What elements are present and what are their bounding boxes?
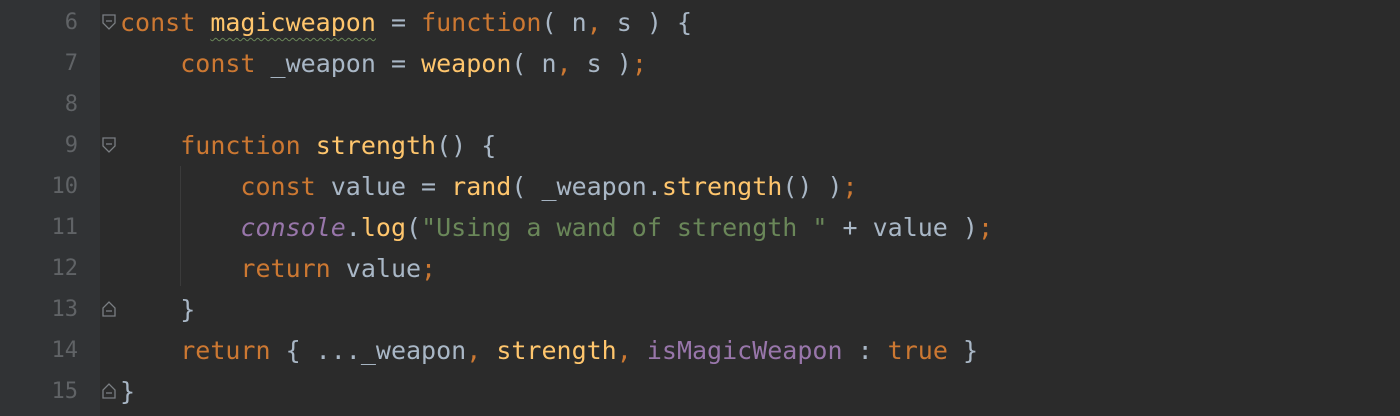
keyword: function (180, 131, 301, 160)
method-call: strength (661, 172, 783, 201)
comma: , (586, 8, 602, 37)
line-number: 15 (51, 379, 79, 404)
line-number: 12 (51, 256, 79, 281)
function-call: rand (451, 172, 512, 201)
semicolon: ; (842, 172, 858, 201)
brace: } (180, 295, 196, 324)
brace: } (120, 377, 136, 406)
line-number: 6 (64, 10, 78, 35)
variable: value = (315, 172, 452, 201)
args: s ) (571, 49, 632, 78)
colon: : (842, 336, 888, 365)
fold-close-icon[interactable] (101, 383, 117, 399)
keyword: function (421, 8, 542, 37)
line-number: 7 (64, 51, 78, 76)
gutter: 6 7 8 9 10 11 12 13 14 15 (0, 0, 100, 416)
args: ( n (511, 49, 557, 78)
paren: ( (406, 213, 422, 242)
line-number: 8 (64, 92, 78, 117)
variable: _weapon = (255, 49, 422, 78)
code-line-13[interactable]: } (120, 289, 195, 330)
keyword: const (180, 49, 256, 78)
line-number: 10 (51, 174, 79, 199)
line-number: 9 (64, 133, 78, 158)
code-line-10[interactable]: const value = rand( _weapon.strength() )… (120, 166, 858, 207)
code-editor[interactable]: 6 7 8 9 10 11 12 13 14 15 const magicwea… (0, 0, 1400, 416)
punctuation: () { (436, 131, 497, 160)
code-line-14[interactable]: return { ..._weapon, strength, isMagicWe… (120, 330, 978, 371)
fold-open-icon[interactable] (101, 14, 117, 30)
semicolon: ; (421, 254, 437, 283)
code-line-9[interactable]: function strength() { (120, 125, 496, 166)
semicolon: ; (631, 49, 647, 78)
string-literal: "Using a wand of strength " (421, 213, 828, 242)
fold-open-icon[interactable] (101, 137, 117, 153)
code-line-6[interactable]: const magicweapon = function( n, s ) { (120, 2, 692, 43)
line-number: 11 (51, 215, 79, 240)
keyword: return (240, 254, 331, 283)
params: s ) { (601, 8, 693, 37)
params: ( n (541, 8, 587, 37)
comma: , (616, 336, 632, 365)
line-number: 13 (51, 297, 79, 322)
code-line-11[interactable]: console.log("Using a wand of strength " … (120, 207, 993, 248)
variable: value (330, 254, 422, 283)
operator: = (375, 8, 422, 37)
args: () ) (782, 172, 843, 201)
semicolon: ; (977, 213, 994, 242)
shorthand-property: strength (481, 336, 617, 365)
keyword: true (887, 336, 948, 365)
global-object: console (240, 213, 346, 242)
function-call: weapon (421, 49, 512, 78)
keyword: const (240, 172, 316, 201)
function-name: magicweapon (210, 8, 376, 37)
fold-close-icon[interactable] (101, 301, 117, 317)
method-call: log (360, 213, 406, 242)
property-key: isMagicWeapon (631, 336, 843, 365)
line-number: 14 (51, 338, 79, 363)
keyword: const (120, 8, 196, 37)
function-name: strength (300, 131, 437, 160)
keyword: return (180, 336, 271, 365)
comma: , (556, 49, 572, 78)
code-line-12[interactable]: return value; (120, 248, 436, 289)
code-line-15[interactable]: } (120, 371, 135, 412)
object-close: } (947, 336, 978, 365)
expression: + value ) (827, 213, 978, 242)
object-open: { ..._weapon (270, 336, 467, 365)
dot: . (345, 213, 361, 242)
args: ( _weapon. (511, 172, 662, 201)
comma: , (466, 336, 482, 365)
code-line-7[interactable]: const _weapon = weapon( n, s ); (120, 43, 647, 84)
